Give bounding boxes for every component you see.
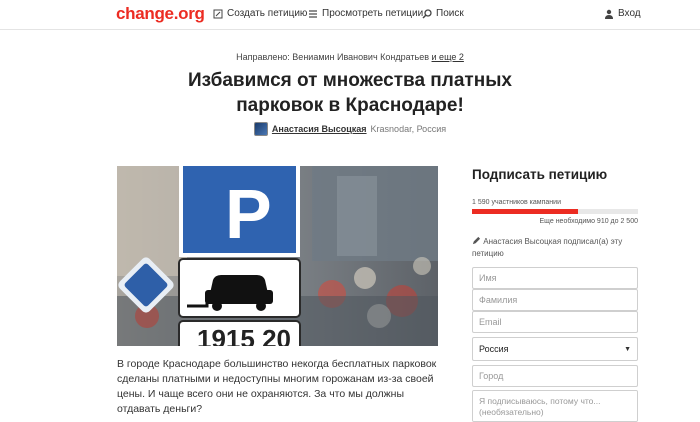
search-icon — [422, 8, 432, 19]
supporters-count: 1 590 участников кампании — [472, 199, 561, 206]
last-name-field[interactable] — [472, 289, 638, 311]
chevron-down-icon: ▼ — [624, 345, 631, 353]
pen-icon — [472, 236, 483, 246]
login-label: Вход — [618, 8, 641, 19]
recent-signer-note: Анастасия Высоцкая подписал(а) эту петиц… — [472, 236, 642, 260]
petition-title: Избавимся от множества платных парковок … — [187, 70, 512, 116]
sent-to-more-link[interactable]: и еще 2 — [432, 52, 464, 62]
parking-sign-photo: P 1915 20 — [117, 166, 438, 346]
create-petition-link[interactable]: Создать петицию — [213, 8, 307, 19]
author-avatar — [253, 122, 268, 136]
sent-to-line: Направлено: Вениамин Иванович Кондратьев… — [0, 52, 700, 62]
sign-petition-heading: Подписать петицию — [472, 167, 608, 182]
reason-textarea[interactable] — [472, 390, 638, 422]
top-nav-bar: change.org Создать петицию Просмотреть п… — [0, 0, 700, 30]
list-icon — [308, 9, 318, 19]
author-location: Krasnodar, Россия — [370, 124, 447, 134]
browse-petitions-label: Просмотреть петиции — [322, 8, 424, 19]
country-select[interactable]: Россия ▼ — [472, 337, 638, 361]
author-row: Анастасия Высоцкая Krasnodar, Россия — [0, 122, 700, 136]
search-label: Поиск — [436, 8, 464, 19]
signature-progress-bar — [472, 209, 638, 214]
first-name-field[interactable] — [472, 267, 638, 289]
petition-hero-image: P 1915 20 — [117, 166, 438, 346]
parking-sign-letter: P — [225, 175, 272, 253]
signatures-needed: Еще необходимо 910 до 2 500 — [539, 218, 639, 225]
browse-petitions-link[interactable]: Просмотреть петиции — [308, 8, 423, 19]
recent-signer-text: Анастасия Высоцкая подписал(а) эту петиц… — [472, 237, 623, 258]
user-icon — [604, 9, 614, 19]
search-link[interactable]: Поиск — [422, 8, 464, 19]
author-name-link[interactable]: Анастасия Высоцкая — [272, 124, 367, 134]
sent-to-text: Направлено: Вениамин Иванович Кондратьев — [236, 52, 430, 62]
edit-icon — [213, 9, 223, 19]
parking-plate-text: 1915 20 — [197, 324, 291, 346]
city-field[interactable] — [472, 365, 638, 387]
signature-progress-fill — [472, 209, 578, 214]
create-petition-label: Создать петицию — [227, 8, 308, 19]
country-value: Россия — [479, 344, 509, 354]
login-link[interactable]: Вход — [604, 8, 641, 19]
petition-description: В городе Краснодаре большинство некогда … — [117, 358, 437, 415]
change-org-logo[interactable]: change.org — [116, 4, 205, 24]
email-field[interactable] — [472, 311, 638, 333]
